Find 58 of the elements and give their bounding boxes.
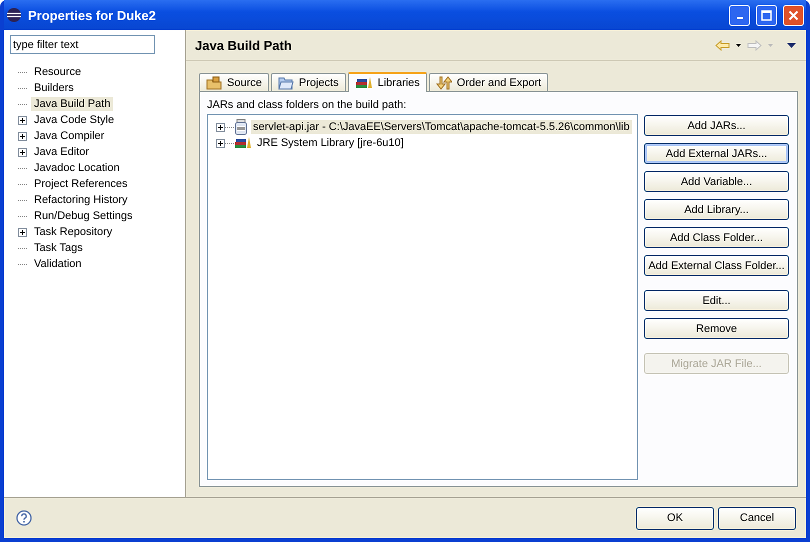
list-label: JARs and class folders on the build path: xyxy=(207,99,408,111)
expand-icon[interactable] xyxy=(18,132,27,140)
sidebar-item[interactable]: Task Tags xyxy=(31,241,86,255)
sidebar-item[interactable]: Task Repository xyxy=(31,225,116,239)
filter-field[interactable]: type filter text xyxy=(10,35,155,54)
action-button[interactable]: Add Variable... xyxy=(644,171,789,192)
sidebar-item[interactable]: Project References xyxy=(31,177,131,191)
sidebar-item[interactable]: Resource xyxy=(31,65,84,79)
up-down-arrows-icon xyxy=(436,76,452,90)
sidebar-item[interactable]: Javadoc Location xyxy=(31,161,123,175)
window-title: Properties for Duke2 xyxy=(28,8,157,22)
package-folder-icon xyxy=(206,76,222,90)
sidebar-item[interactable]: Java Compiler xyxy=(31,129,108,143)
tab[interactable]: Order and Export xyxy=(428,73,548,91)
dropdown-icon[interactable] xyxy=(736,44,741,46)
books-icon xyxy=(234,136,252,150)
action-button[interactable]: Add Class Folder... xyxy=(644,227,789,248)
page-title: Java Build Path xyxy=(195,38,293,52)
sidebar-item[interactable]: Validation xyxy=(31,257,84,271)
sidebar-item[interactable]: Run/Debug Settings xyxy=(31,209,136,223)
action-button[interactable]: Remove xyxy=(644,318,789,339)
minimize-icon xyxy=(736,17,742,19)
action-button[interactable]: Add External JARs... xyxy=(644,143,789,164)
tab[interactable]: Libraries xyxy=(348,72,427,92)
action-button[interactable]: Add External Class Folder... xyxy=(644,255,789,276)
action-button[interactable]: Add Library... xyxy=(644,199,789,220)
sidebar-item[interactable]: Builders xyxy=(31,81,77,95)
list-item[interactable]: servlet-api.jar - C:\JavaEE\Servers\Tomcat\apache-tomcat-5.5.26\common\lib xyxy=(251,120,632,134)
sidebar-item[interactable]: Java Build Path xyxy=(31,97,114,111)
tab[interactable]: Source xyxy=(199,73,269,91)
expand-icon[interactable] xyxy=(18,148,27,156)
jar-icon xyxy=(234,119,248,135)
expand-icon[interactable] xyxy=(18,228,27,236)
folder-icon xyxy=(278,76,294,90)
menu-icon[interactable] xyxy=(787,42,796,48)
action-button[interactable]: Edit... xyxy=(644,290,789,311)
sidebar-item[interactable]: Java Editor xyxy=(31,145,92,159)
dropdown-icon xyxy=(768,44,773,46)
dialog-button[interactable]: OK xyxy=(636,506,714,530)
help-icon[interactable] xyxy=(16,510,32,526)
list-item[interactable]: JRE System Library [jre-6u10] xyxy=(255,136,406,150)
expand-icon[interactable] xyxy=(216,122,225,132)
forward-arrow-icon xyxy=(747,40,762,50)
maximize-icon xyxy=(761,10,772,20)
minimize-button[interactable] xyxy=(729,4,750,26)
build-path-list[interactable]: servlet-api.jar - C:\JavaEE\Servers\Tomcat\apache-tomcat-5.5.26\common\lib JRE System Library [jre-6u10] xyxy=(207,114,638,480)
close-icon xyxy=(788,10,799,20)
tab[interactable]: Projects xyxy=(270,73,346,91)
eclipse-icon xyxy=(6,7,22,23)
close-button[interactable] xyxy=(783,4,804,26)
sidebar-item[interactable]: Java Code Style xyxy=(31,113,118,127)
dialog-button[interactable]: Cancel xyxy=(718,506,796,530)
maximize-button[interactable] xyxy=(756,4,777,26)
books-icon xyxy=(354,76,373,90)
action-button[interactable]: Add JARs... xyxy=(644,115,789,136)
sidebar-item[interactable]: Refactoring History xyxy=(31,193,131,207)
expand-icon[interactable] xyxy=(216,138,225,148)
expand-icon[interactable] xyxy=(18,116,27,124)
